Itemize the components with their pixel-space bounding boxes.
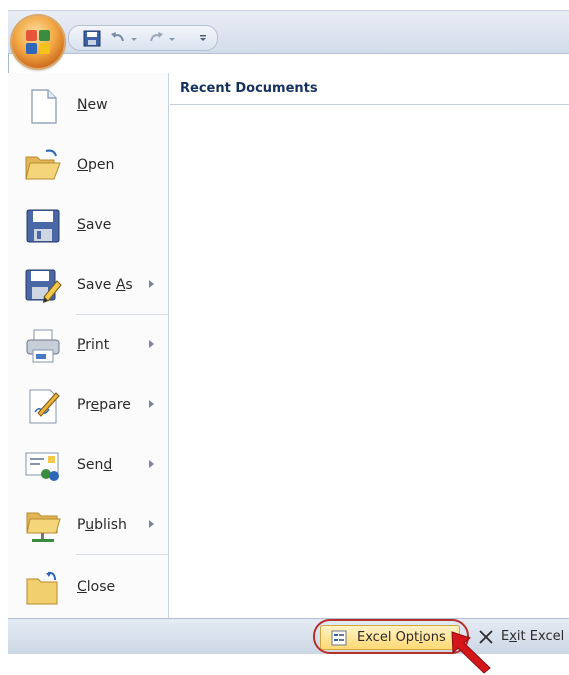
quick-access-toolbar [8, 10, 569, 54]
open-folder-icon [24, 147, 62, 185]
pointer-arrow-icon [451, 631, 491, 674]
undo-icon[interactable] [109, 30, 127, 47]
menu-item-send[interactable]: Send [8, 437, 168, 493]
menu-separator [76, 554, 168, 555]
menu-item-open[interactable]: Open [8, 137, 168, 193]
menu-item-new[interactable]: New [8, 77, 168, 133]
menu-item-label: Print [77, 337, 110, 353]
menu-item-publish[interactable]: Publish [8, 497, 168, 553]
menu-item-save[interactable]: Save [8, 197, 168, 253]
save-as-icon [24, 267, 62, 305]
send-email-icon [24, 447, 62, 485]
close-folder-icon [24, 569, 62, 607]
submenu-arrow-icon [149, 520, 154, 528]
menu-item-label: Save [77, 217, 112, 233]
save-disk-icon [24, 207, 62, 245]
menu-item-label: Close [77, 579, 116, 595]
recent-documents-divider [170, 104, 569, 105]
exit-excel-label: Exit Excel [501, 629, 565, 644]
menu-separator [76, 314, 168, 315]
menu-item-label: New [77, 97, 108, 113]
submenu-arrow-icon [149, 400, 154, 408]
options-icon [331, 630, 347, 650]
recent-documents-pane: Recent Documents [170, 73, 569, 618]
printer-icon [24, 327, 62, 365]
menu-item-label: Prepare [77, 397, 131, 413]
prepare-document-icon [24, 387, 62, 425]
submenu-arrow-icon [149, 280, 154, 288]
menu-item-label: Open [77, 157, 115, 173]
menu-item-print[interactable]: Print [8, 317, 168, 373]
submenu-arrow-icon [149, 340, 154, 348]
menu-item-label: Save As [77, 277, 133, 293]
publish-folder-icon [24, 507, 62, 545]
recent-documents-title: Recent Documents [180, 81, 318, 96]
menu-item-label: Publish [77, 517, 127, 533]
menu-item-close[interactable]: Close [8, 559, 168, 615]
excel-options-button[interactable]: Excel Options [320, 625, 460, 650]
office-logo-icon [26, 30, 50, 54]
redo-dropdown-icon[interactable] [167, 30, 185, 47]
submenu-arrow-icon [149, 460, 154, 468]
menu-item-save-as[interactable]: Save As [8, 257, 168, 313]
quick-access-group [68, 25, 218, 51]
new-document-icon [24, 87, 62, 125]
save-icon[interactable] [83, 30, 101, 47]
menu-item-prepare[interactable]: Prepare [8, 377, 168, 433]
excel-options-label: Excel Options [357, 630, 446, 645]
undo-dropdown-icon[interactable] [129, 30, 147, 47]
redo-icon[interactable] [147, 30, 165, 47]
menu-item-label: Send [77, 457, 113, 473]
office-button[interactable] [12, 16, 64, 68]
menu-commands: New Open Save Save As Print Prepare Send… [8, 73, 169, 618]
customize-toolbar-icon[interactable] [197, 29, 215, 46]
